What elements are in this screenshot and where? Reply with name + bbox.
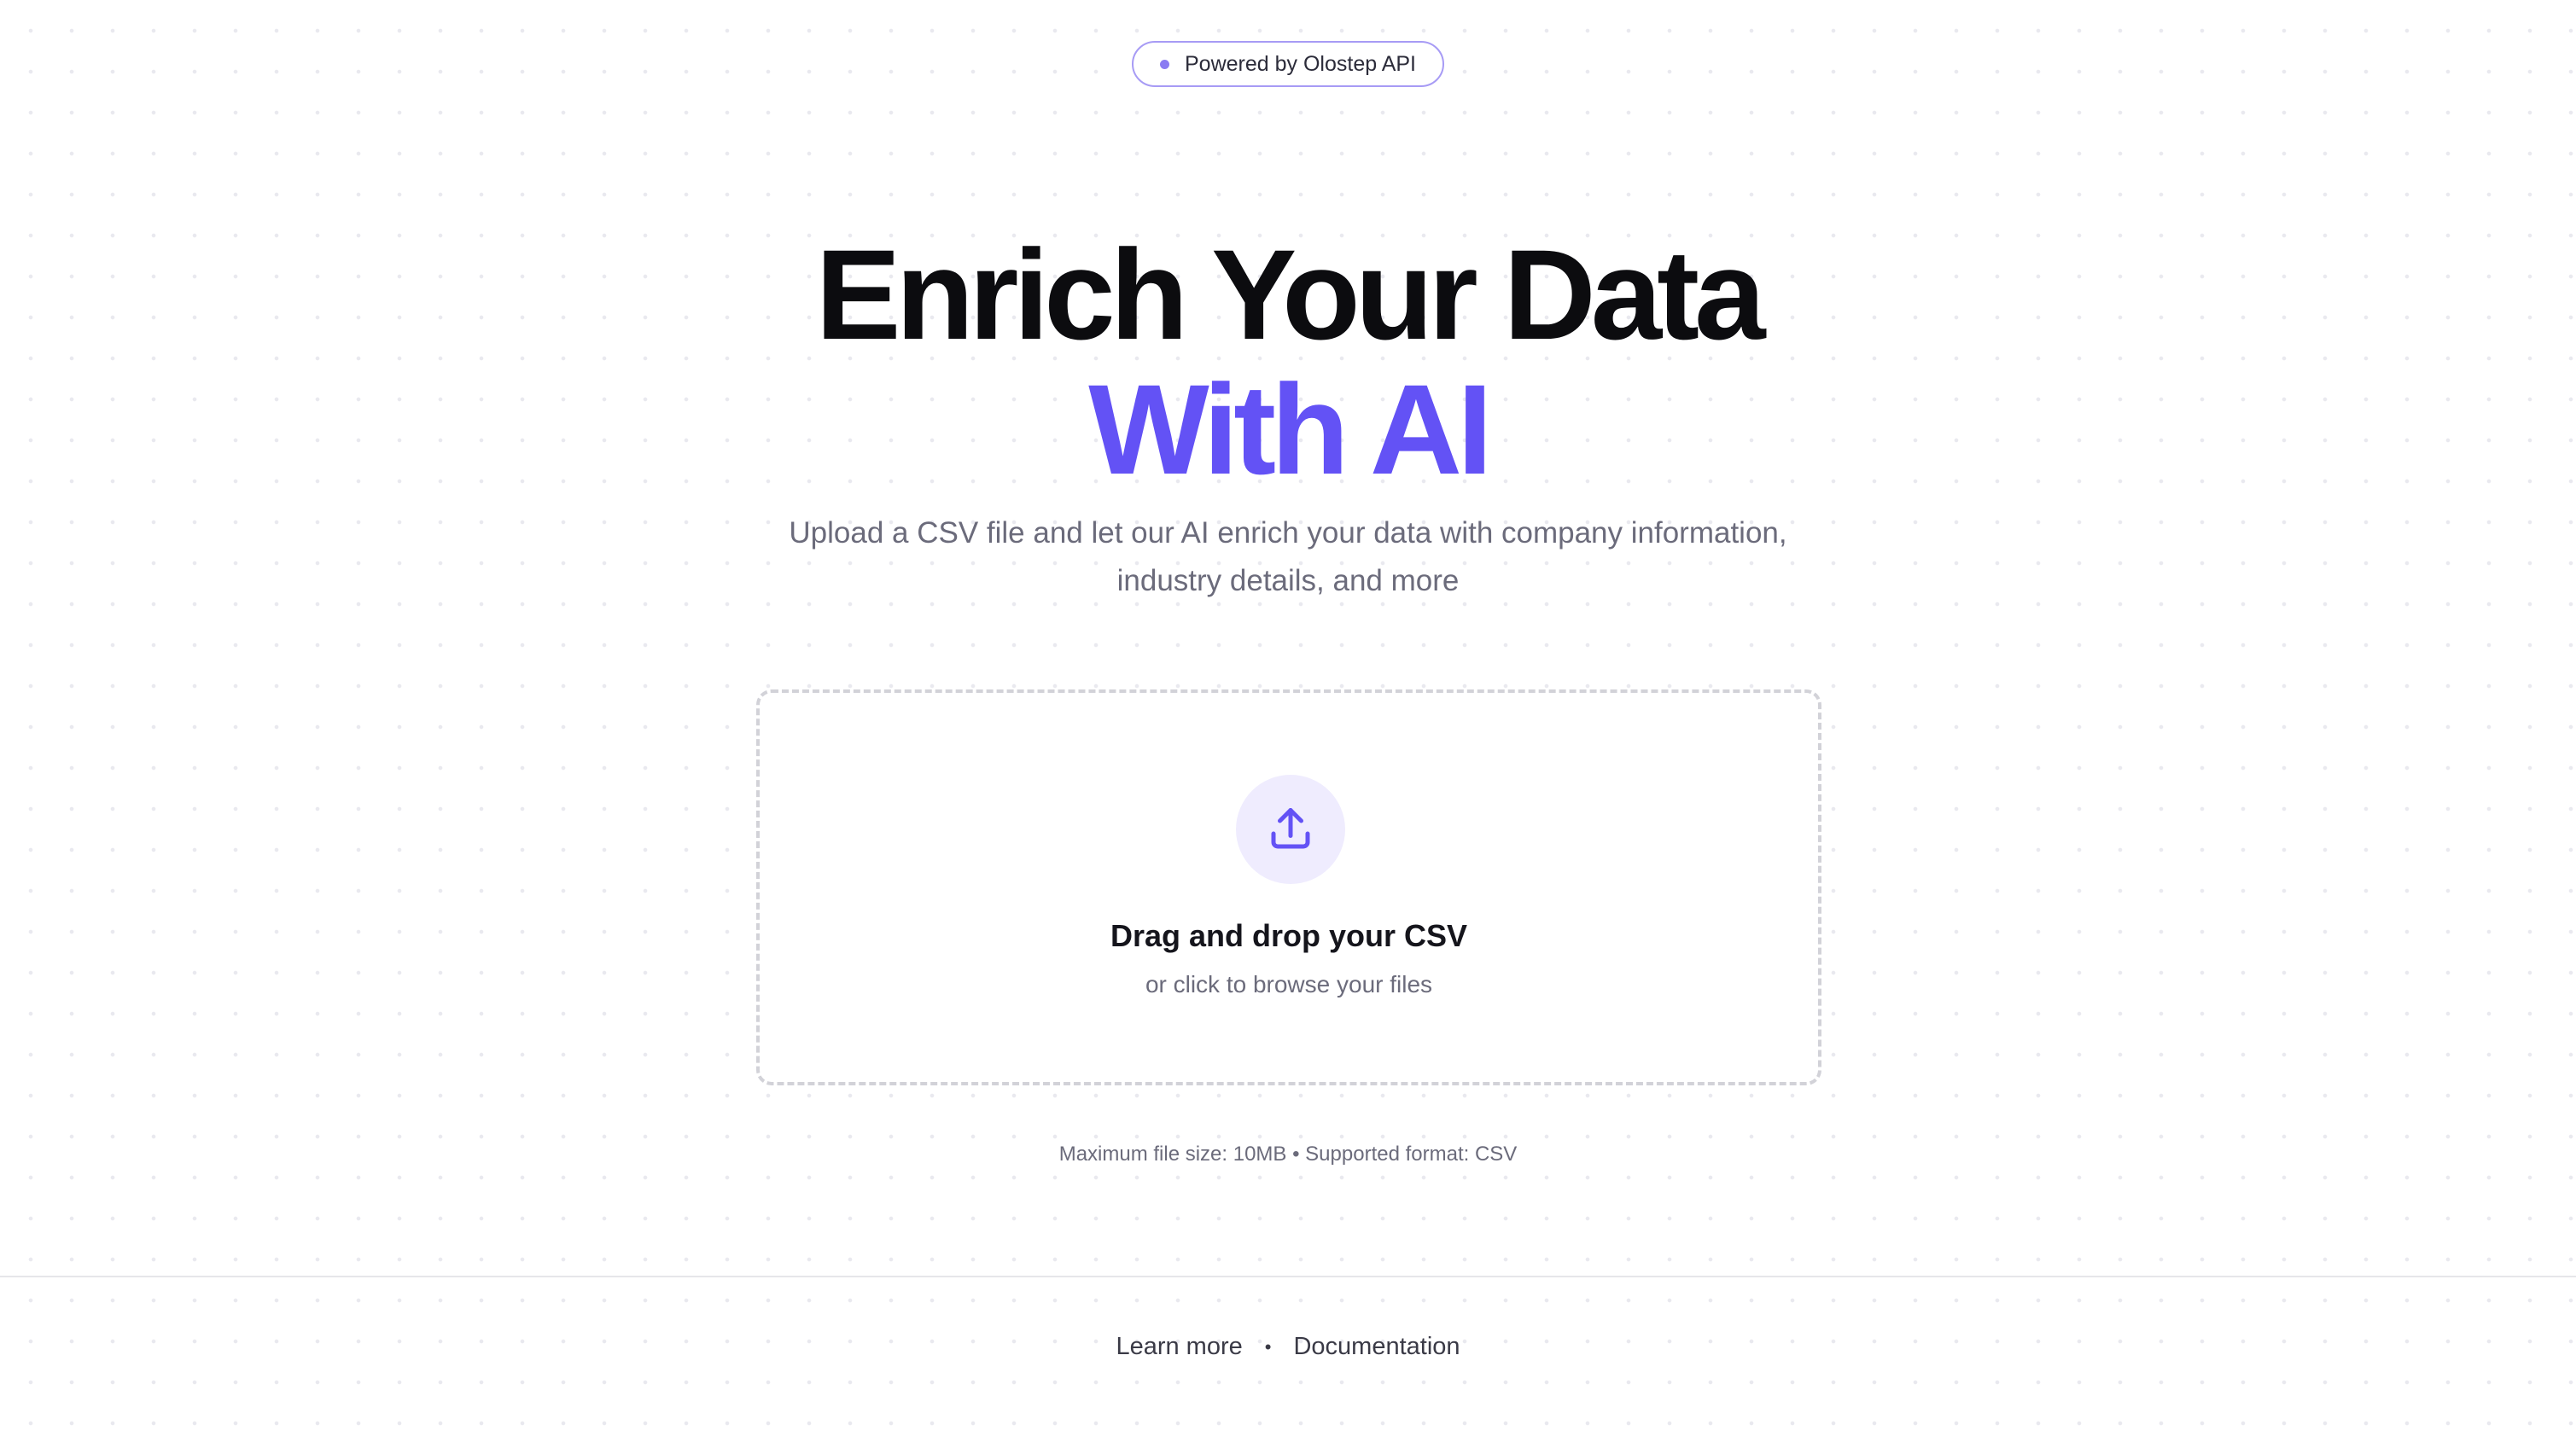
dropzone-subtitle: or click to browse your files	[1145, 971, 1433, 997]
footer-links: Learn more • Documentation	[0, 1333, 2576, 1361]
hero-subtitle: Upload a CSV file and let our AI enrich …	[683, 509, 1893, 605]
subtitle-line-2: industry details, and more	[1116, 564, 1460, 597]
dropzone-title: Drag and drop your CSV	[1110, 918, 1468, 953]
badge-label: Powered by Olostep API	[1185, 51, 1416, 76]
page: Powered by Olostep API Enrich Your Data …	[0, 0, 2576, 1454]
status-dot-icon	[1160, 59, 1169, 69]
upload-icon	[1271, 808, 1310, 849]
upload-icon-container	[1236, 775, 1345, 884]
hero-title-line-2: With AI	[1088, 358, 1493, 501]
hero-title-line-1: Enrich Your Data	[815, 223, 1765, 366]
powered-by-badge: Powered by Olostep API	[1132, 41, 1444, 87]
footer-separator: •	[1264, 1335, 1272, 1358]
footer-divider	[0, 1276, 2576, 1277]
subtitle-line-1: Upload a CSV file and let our AI enrich …	[789, 516, 1787, 550]
file-limits-text: Maximum file size: 10MB • Supported form…	[1058, 1143, 1518, 1166]
csv-dropzone[interactable]: Drag and drop your CSV or click to brows…	[756, 689, 1821, 1085]
learn-more-link[interactable]: Learn more	[1116, 1333, 1242, 1361]
documentation-link[interactable]: Documentation	[1293, 1333, 1460, 1361]
